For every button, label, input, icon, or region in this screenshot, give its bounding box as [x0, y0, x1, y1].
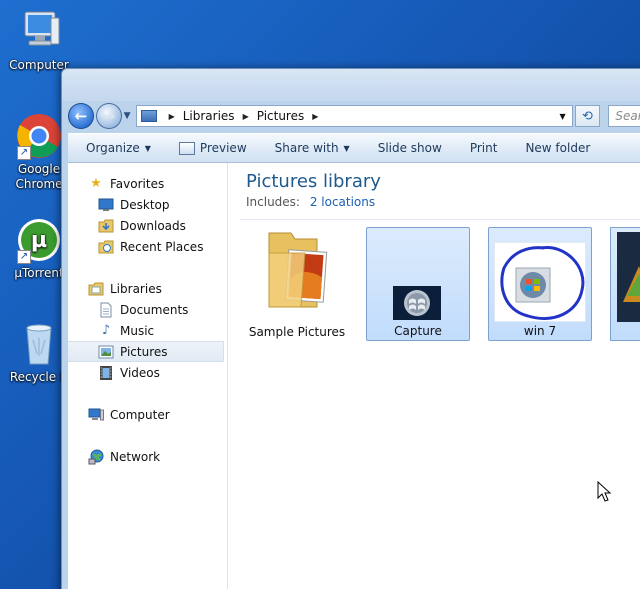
search-placeholder: Sear [615, 109, 640, 123]
nav-network[interactable]: Network [88, 446, 246, 467]
new-folder-button[interactable]: New folder [511, 134, 604, 162]
print-button[interactable]: Print [456, 134, 512, 162]
nav-favorites[interactable]: ★ Favorites [88, 173, 246, 194]
locations-link[interactable]: 2 locations [310, 195, 375, 209]
desktop-icon-computer[interactable]: Computer [3, 8, 75, 73]
pictures-icon [98, 344, 114, 360]
nav-label: Computer [110, 407, 170, 422]
breadcrumb-separator-icon[interactable]: ▶ [169, 112, 175, 121]
nav-label: Pictures [120, 344, 168, 359]
item-label: Sample Pictures [248, 325, 346, 339]
nav-libraries[interactable]: Libraries [88, 278, 246, 299]
nav-label: Music [120, 323, 155, 338]
refresh-icon: ⟲ [581, 108, 593, 124]
library-folder-icon [140, 110, 157, 122]
arrow-left-icon: ← [74, 107, 88, 125]
item-win-7[interactable]: win 7 [488, 227, 592, 341]
new-folder-label: New folder [525, 141, 591, 155]
nav-label: Desktop [120, 197, 170, 212]
nav-label: Favorites [110, 176, 165, 191]
nav-label: Videos [120, 365, 160, 380]
library-title: Pictures library [246, 171, 381, 192]
organize-button[interactable]: Organize ▼ [68, 134, 165, 162]
folder-with-photos-icon [268, 232, 328, 308]
includes-label: Includes: [246, 195, 300, 209]
svg-text:µ: µ [31, 228, 47, 253]
back-button[interactable]: ← [68, 103, 94, 129]
downloads-folder-icon [98, 218, 114, 234]
print-label: Print [469, 141, 498, 155]
nav-label: Libraries [110, 281, 162, 296]
capture-thumbnail-icon [393, 286, 441, 320]
item-sample-pictures[interactable]: Sample Pictures [245, 227, 349, 341]
computer-icon [88, 407, 104, 423]
partial-thumbnail-icon [617, 232, 640, 322]
nav-label: Recent Places [120, 239, 204, 254]
address-row: ← → ▼ ▶ Libraries ▶ Pictures ▶ ▼ ⟲ Sear [68, 101, 640, 131]
slide-show-label: Slide show [377, 141, 442, 155]
mouse-cursor-icon [597, 481, 612, 502]
recent-pages-dropdown[interactable]: ▼ [124, 111, 134, 121]
chevron-down-icon: ▼ [343, 143, 350, 153]
star-icon: ★ [90, 176, 102, 191]
libraries-icon [88, 281, 104, 297]
shortcut-arrow-icon: ↗ [17, 250, 31, 264]
item-label: win 7 [523, 324, 557, 338]
recycle-bin-icon [15, 320, 63, 368]
win7-thumbnail-icon [494, 242, 586, 322]
breadcrumb-separator-icon[interactable]: ▶ [312, 112, 318, 121]
window-title-bar[interactable] [62, 69, 640, 101]
refresh-button[interactable]: ⟲ [574, 105, 601, 127]
nav-computer[interactable]: Computer [88, 404, 246, 425]
music-note-icon: ♪ [101, 323, 111, 338]
shortcut-arrow-icon: ↗ [17, 146, 31, 160]
content-pane[interactable]: Pictures library Includes: 2 locations S… [228, 163, 640, 589]
search-input[interactable]: Sear [608, 105, 640, 127]
computer-icon [15, 8, 63, 56]
address-bar[interactable]: ▶ Libraries ▶ Pictures ▶ ▼ [135, 105, 573, 127]
documents-icon [98, 302, 114, 318]
nav-label: Downloads [120, 218, 186, 233]
command-bar: Organize ▼ Preview Share with ▼ Slide sh… [68, 133, 640, 163]
nav-label: Network [110, 449, 161, 464]
preview-button[interactable]: Preview [165, 134, 261, 162]
utorrent-icon: µ ↗ [15, 216, 63, 264]
explorer-window[interactable]: ← → ▼ ▶ Libraries ▶ Pictures ▶ ▼ ⟲ Sear … [61, 68, 640, 589]
address-history-dropdown[interactable]: ▼ [554, 112, 572, 121]
chevron-down-icon: ▼ [123, 111, 131, 121]
nav-pictures[interactable]: Pictures [68, 341, 224, 362]
explorer-body: ★ Favorites Desktop Downloads Recent Pla… [68, 163, 640, 589]
library-includes: Includes: 2 locations [246, 195, 381, 209]
nav-label: Documents [120, 302, 189, 317]
chrome-icon: ↗ [15, 112, 63, 160]
share-with-button[interactable]: Share with ▼ [261, 134, 364, 162]
library-header: Pictures library Includes: 2 locations [246, 171, 381, 209]
organize-label: Organize [86, 141, 140, 155]
share-with-label: Share with [274, 141, 339, 155]
breadcrumb-libraries[interactable]: Libraries [183, 109, 235, 123]
item-partial[interactable] [610, 227, 640, 341]
film-strip-icon [98, 365, 114, 381]
preview-label: Preview [199, 141, 247, 155]
slide-show-button[interactable]: Slide show [364, 134, 456, 162]
desktop-icon [98, 197, 114, 213]
item-label: Capture [394, 324, 442, 338]
breadcrumb-separator-icon[interactable]: ▶ [243, 112, 249, 121]
item-capture[interactable]: Capture [366, 227, 470, 341]
forward-button[interactable]: → [95, 103, 122, 129]
navigation-pane[interactable]: ★ Favorites Desktop Downloads Recent Pla… [68, 163, 228, 589]
breadcrumb-pictures[interactable]: Pictures [257, 109, 305, 123]
arrow-right-icon: → [102, 107, 116, 125]
recent-places-icon [98, 239, 114, 255]
header-divider [240, 219, 640, 220]
network-globe-icon [88, 449, 104, 465]
preview-icon [178, 141, 195, 155]
chevron-down-icon: ▼ [144, 143, 151, 153]
